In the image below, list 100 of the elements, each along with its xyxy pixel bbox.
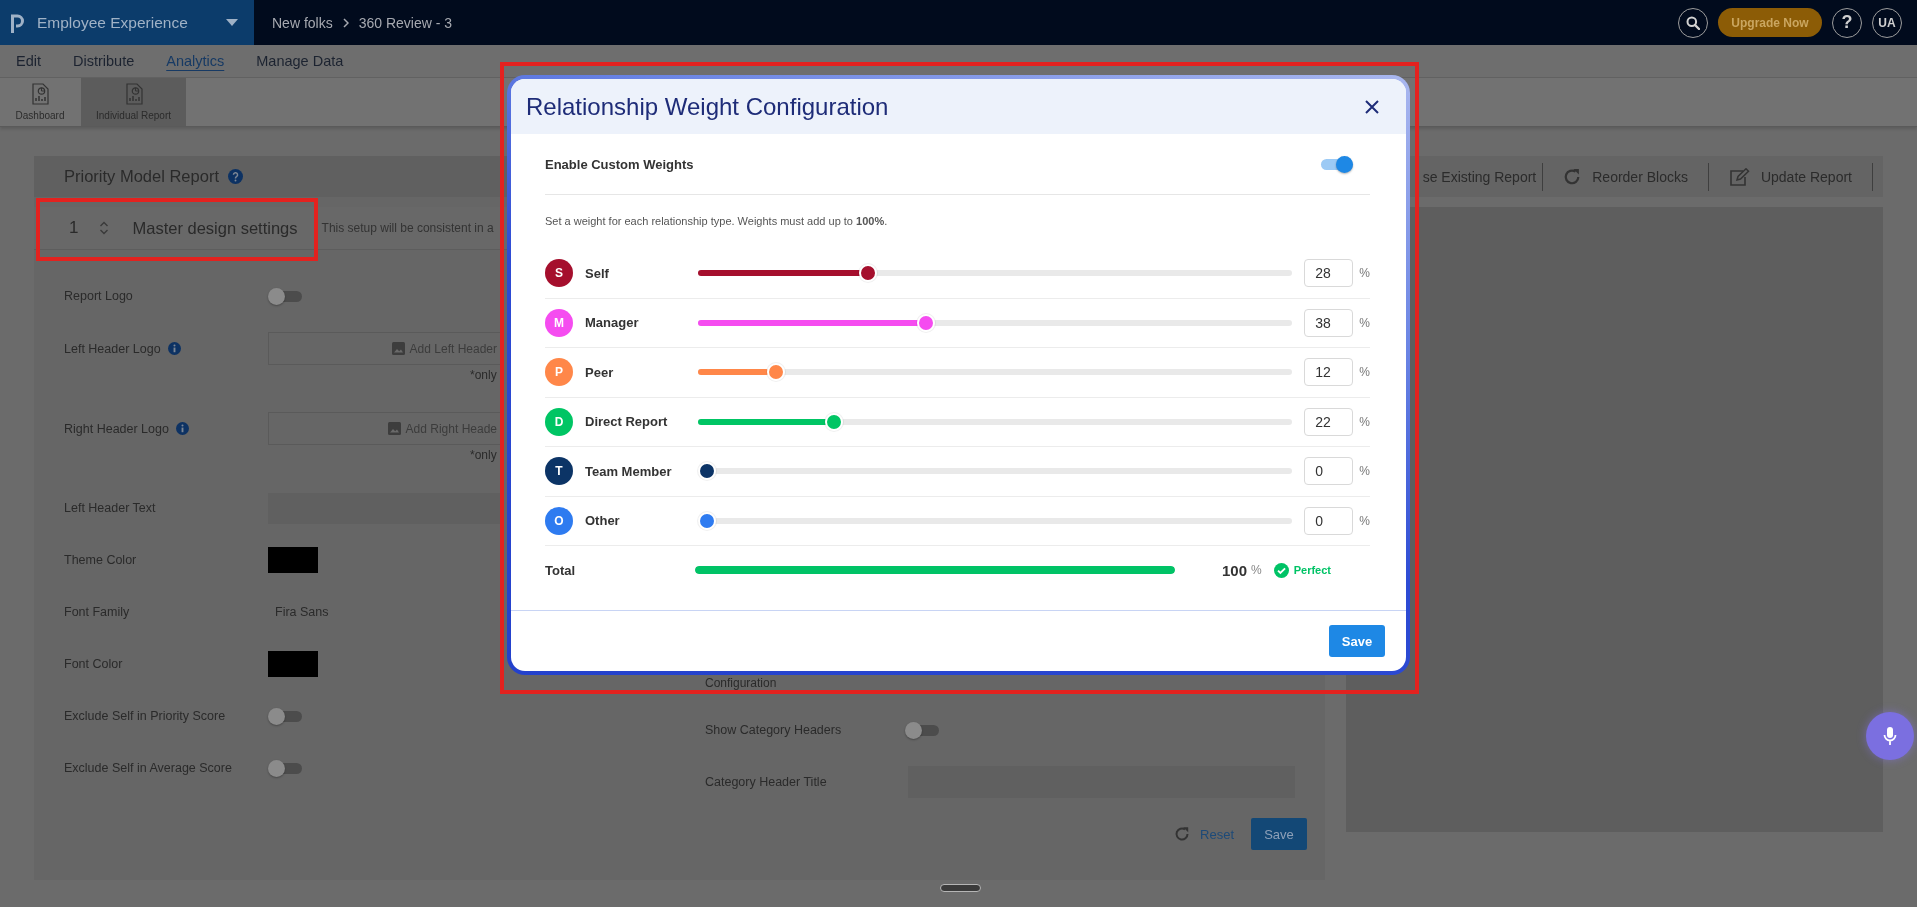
caret-down-icon: [226, 19, 238, 26]
toggle-switch[interactable]: [1319, 155, 1353, 173]
initial-avatar: T: [545, 457, 573, 486]
number-input[interactable]: 38: [1304, 308, 1354, 337]
slider-track[interactable]: [698, 363, 1293, 382]
unit-label: %: [1359, 464, 1370, 479]
setting-label: Exclude Self in Average Score: [64, 761, 232, 775]
slider-thumb[interactable]: [698, 511, 716, 530]
help-icon[interactable]: [228, 169, 243, 184]
image-icon: [387, 422, 401, 435]
relationship-label: Self: [585, 265, 610, 281]
info-icon[interactable]: [167, 342, 181, 355]
toggle-switch[interactable]: [268, 707, 302, 725]
status-text: Perfect: [1293, 564, 1331, 576]
save-button[interactable]: Save: [1329, 625, 1385, 657]
setting-label: Configuration: [705, 677, 777, 689]
slider-thumb[interactable]: [767, 363, 786, 382]
report-icon: [30, 83, 50, 105]
setting-label: Enable Custom Weights: [545, 156, 694, 172]
setting-label: Exclude Self in Priority Score: [64, 709, 226, 723]
total-label: Total: [545, 562, 577, 578]
text-input[interactable]: [268, 492, 500, 524]
breadcrumb-current: 360 Review - 3: [358, 14, 453, 31]
setting-value: Fira Sans: [275, 605, 329, 619]
section-title: Master design settings: [132, 218, 298, 238]
relationship-label: Team Member: [585, 463, 673, 479]
color-swatch[interactable]: [268, 651, 318, 677]
initial-avatar: P: [545, 358, 573, 387]
check-circle-icon: [1273, 562, 1289, 578]
logo-icon: [10, 12, 24, 33]
close-icon: [1365, 99, 1379, 114]
setting-label: Show Category Headers: [705, 723, 842, 737]
setting-label: Report Logo: [64, 289, 133, 303]
section-number: 1: [69, 218, 79, 238]
menu-tab[interactable]: Distribute: [73, 53, 135, 69]
chevron-right-icon: [342, 17, 349, 28]
upload-note: *only: [470, 368, 497, 382]
unit-label: %: [1359, 266, 1370, 281]
toggle-switch[interactable]: [905, 721, 939, 739]
number-input[interactable]: 28: [1304, 259, 1354, 288]
setting-label: Left Header Text: [64, 501, 156, 515]
number-input[interactable]: 0: [1304, 506, 1354, 535]
unit-label: %: [1359, 414, 1370, 429]
slider-track[interactable]: [698, 313, 1293, 332]
hint-text: Set a weight for each relationship type. Weights must add up to 100%.: [545, 214, 889, 228]
number-input[interactable]: 12: [1304, 358, 1354, 387]
relationship-label: Direct Report: [585, 414, 669, 430]
slider-track[interactable]: [698, 462, 1293, 481]
dialog-title: Relationship Weight Configuration: [526, 92, 889, 121]
setting-label: Font Family: [64, 605, 130, 619]
toggle-switch[interactable]: [268, 287, 302, 305]
number-input[interactable]: 0: [1304, 457, 1354, 486]
unit-label: %: [1359, 513, 1370, 528]
unit-label: %: [1359, 365, 1370, 380]
toolbar-action[interactable]: Reorder Blocks: [1543, 162, 1709, 191]
slider-thumb[interactable]: [859, 264, 878, 283]
slider-thumb[interactable]: [698, 462, 716, 481]
microphone-button[interactable]: [1866, 712, 1914, 760]
slider-thumb[interactable]: [824, 412, 843, 431]
relationship-label: Manager: [585, 315, 640, 331]
relationship-label: Other: [585, 513, 621, 529]
close-button[interactable]: [1365, 99, 1379, 114]
drag-handle[interactable]: [940, 884, 981, 892]
setting-label: Theme Color: [64, 553, 137, 567]
color-swatch[interactable]: [268, 547, 318, 573]
edit-icon: [1728, 167, 1750, 186]
toggle-switch[interactable]: [268, 759, 302, 777]
upload-note: *only: [470, 448, 497, 462]
setting-label: Category Header Title: [705, 775, 827, 789]
number-input[interactable]: 22: [1304, 407, 1354, 436]
slider-track[interactable]: [698, 264, 1293, 283]
menu-tab[interactable]: Edit: [16, 53, 41, 69]
menu-tab[interactable]: Analytics: [166, 53, 225, 69]
initial-avatar: S: [545, 259, 573, 288]
breadcrumb-link[interactable]: New folks: [272, 14, 333, 31]
unit-label: %: [1251, 563, 1262, 577]
up-down-chevron-icon[interactable]: [99, 220, 110, 236]
relationship-label: Peer: [585, 364, 615, 380]
slider-track[interactable]: [698, 511, 1293, 530]
microphone-icon: [1883, 726, 1897, 746]
setting-label: Font Color: [64, 657, 123, 671]
initial-avatar: D: [545, 407, 573, 436]
app-switcher[interactable]: Employee Experience: [0, 0, 254, 45]
setting-label: Right Header Logo: [64, 421, 169, 436]
search-icon: [1686, 15, 1700, 30]
upgrade-button[interactable]: Upgrade Now: [1718, 8, 1822, 37]
report-icon: [123, 83, 144, 105]
slider-track[interactable]: [698, 412, 1293, 431]
info-icon[interactable]: [175, 422, 189, 435]
unit-label: %: [1359, 315, 1370, 330]
toolbar-button[interactable]: Dashboard: [0, 78, 80, 126]
initial-avatar: M: [545, 308, 573, 337]
reset-button[interactable]: Reset: [1174, 826, 1234, 842]
menu-tab[interactable]: Manage Data: [256, 53, 344, 69]
refresh-icon: [1174, 826, 1191, 842]
slider-thumb[interactable]: [917, 313, 935, 332]
toolbar-action[interactable]: Update Report: [1708, 162, 1873, 191]
image-icon: [391, 342, 405, 355]
save-button[interactable]: Save: [1251, 818, 1307, 850]
toolbar-action[interactable]: se Existing Report: [1422, 162, 1544, 191]
